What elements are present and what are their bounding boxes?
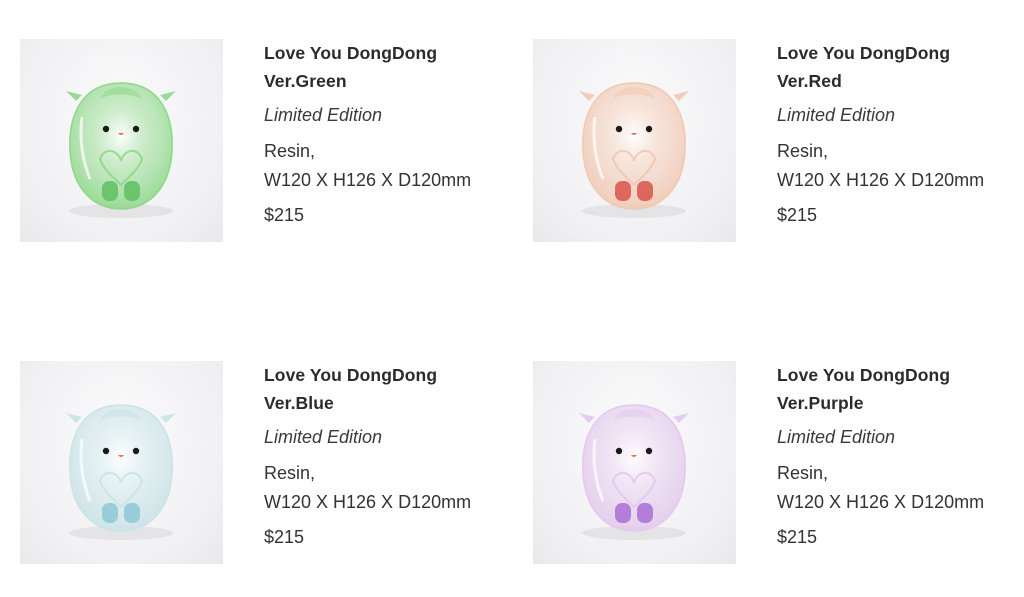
material-text: Resin, [777, 463, 829, 483]
product-image-blue[interactable] [20, 361, 223, 564]
material-text: Resin, [264, 463, 316, 483]
material-spec: Resin, W120 X H126 X D120mm [264, 459, 504, 517]
product-title[interactable]: Love You DongDong Ver.Blue [264, 361, 504, 417]
dimensions-text: W120 X H126 X D120mm [777, 492, 985, 512]
material-text: Resin, [264, 141, 316, 161]
product-image-purple[interactable] [533, 361, 736, 564]
figure-illustration [579, 404, 689, 540]
product-name-line2: Ver.Red [777, 71, 842, 91]
dimensions-text: W120 X H126 X D120mm [264, 492, 472, 512]
price: $215 [777, 205, 818, 225]
figure-illustration [66, 404, 176, 540]
product-name-line1: Love You DongDong [777, 43, 951, 63]
product-name-line1: Love You DongDong [777, 365, 951, 385]
product-name-line1: Love You DongDong [264, 365, 438, 385]
price: $215 [264, 205, 305, 225]
material-spec: Resin, W120 X H126 X D120mm [777, 137, 1017, 195]
product-name-line2: Ver.Green [264, 71, 347, 91]
product-card-purple: Love You DongDong Ver.Purple Limited Edi… [533, 361, 1013, 571]
material-text: Resin, [777, 141, 829, 161]
product-info: Love You DongDong Ver.Purple Limited Edi… [777, 361, 1017, 549]
dimensions-text: W120 X H126 X D120mm [264, 170, 472, 190]
product-name-line1: Love You DongDong [264, 43, 438, 63]
price: $215 [264, 527, 305, 547]
material-spec: Resin, W120 X H126 X D120mm [264, 137, 504, 195]
product-title[interactable]: Love You DongDong Ver.Red [777, 39, 1017, 95]
product-card-blue: Love You DongDong Ver.Blue Limited Editi… [20, 361, 500, 571]
product-card-green: Love You DongDong Ver.Green Limited Edit… [20, 39, 500, 249]
edition-label: Limited Edition [264, 105, 383, 125]
product-image-red[interactable] [533, 39, 736, 242]
edition-label: Limited Edition [777, 427, 896, 447]
product-title[interactable]: Love You DongDong Ver.Purple [777, 361, 1017, 417]
material-spec: Resin, W120 X H126 X D120mm [777, 459, 1017, 517]
figure-illustration [66, 82, 176, 218]
edition-label: Limited Edition [264, 427, 383, 447]
product-info: Love You DongDong Ver.Green Limited Edit… [264, 39, 504, 227]
product-info: Love You DongDong Ver.Blue Limited Editi… [264, 361, 504, 549]
edition-label: Limited Edition [777, 105, 896, 125]
figure-illustration [579, 82, 689, 218]
product-name-line2: Ver.Blue [264, 393, 334, 413]
product-name-line2: Ver.Purple [777, 393, 864, 413]
product-info: Love You DongDong Ver.Red Limited Editio… [777, 39, 1017, 227]
product-image-green[interactable] [20, 39, 223, 242]
product-title[interactable]: Love You DongDong Ver.Green [264, 39, 504, 95]
price: $215 [777, 527, 818, 547]
product-card-red: Love You DongDong Ver.Red Limited Editio… [533, 39, 1013, 249]
dimensions-text: W120 X H126 X D120mm [777, 170, 985, 190]
